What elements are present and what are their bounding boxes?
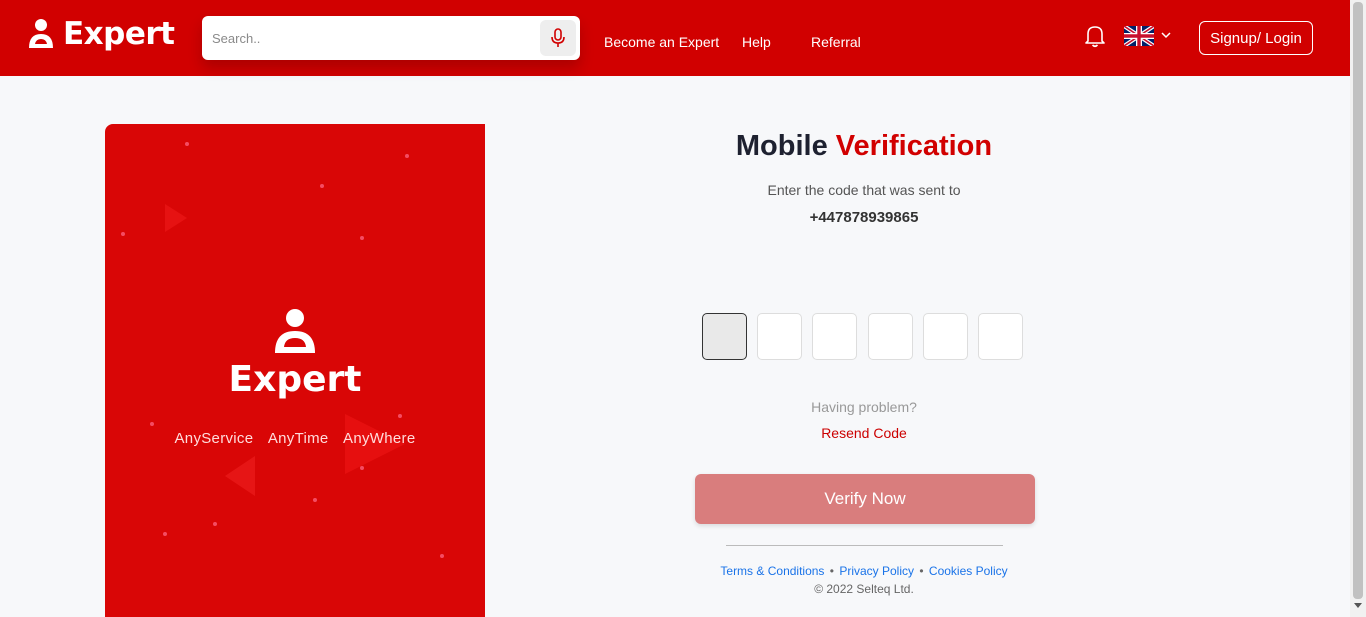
person-logo-icon: [29, 19, 53, 48]
having-problem-text: Having problem?: [811, 399, 917, 415]
decor-triangle: [225, 456, 255, 496]
page-scrollbar[interactable]: [1350, 0, 1366, 617]
footer-divider: [726, 545, 1003, 546]
voice-search-button[interactable]: [540, 20, 576, 56]
decor-dot: [121, 232, 125, 236]
tagline-any-where: AnyWhere: [343, 430, 416, 447]
verify-now-button[interactable]: Verify Now: [695, 474, 1035, 524]
decor-dot: [150, 422, 154, 426]
cookies-link[interactable]: Cookies Policy: [929, 564, 1008, 578]
decor-dot: [185, 142, 189, 146]
brand-promo-panel: Expert AnyService AnyTime AnyWhere: [105, 124, 485, 617]
search-input[interactable]: [212, 28, 532, 48]
decor-dot: [163, 532, 167, 536]
microphone-icon: [551, 28, 565, 47]
promo-logo-text: Expert: [228, 359, 362, 400]
otp-digit-3[interactable]: [812, 313, 857, 360]
title-mobile: Mobile: [735, 130, 828, 162]
decor-dot: [313, 498, 317, 502]
promo-logo: Expert: [105, 307, 485, 400]
resend-code-link[interactable]: Resend Code: [560, 425, 1168, 441]
search-bar: [202, 16, 580, 60]
bell-icon[interactable]: [1084, 24, 1106, 48]
uk-flag-icon[interactable]: [1124, 26, 1154, 46]
decor-dot: [405, 154, 409, 158]
otp-digit-4[interactable]: [868, 313, 913, 360]
scrollbar-thumb[interactable]: [1353, 2, 1363, 599]
decor-dot: [440, 554, 444, 558]
terms-link[interactable]: Terms & Conditions: [720, 564, 824, 578]
signup-login-button[interactable]: Signup/ Login: [1199, 21, 1313, 55]
nav-become-expert[interactable]: Become an Expert: [604, 34, 719, 50]
footer-links: Terms & Conditions • Privacy Policy • Co…: [560, 564, 1168, 578]
footer-separator: •: [829, 564, 834, 578]
promo-tagline: AnyService AnyTime AnyWhere: [105, 430, 485, 447]
decor-dot: [360, 236, 364, 240]
scroll-down-arrow-icon[interactable]: [1354, 603, 1362, 608]
tagline-any-service: AnyService: [174, 430, 254, 447]
decor-triangle: [165, 204, 187, 232]
phone-number: +447878939865: [809, 209, 919, 226]
page-title: Mobile Verification: [560, 130, 1168, 163]
logo-text: Expert: [63, 16, 175, 52]
top-header: Expert Become an Expert Help Referral Si…: [0, 0, 1350, 76]
otp-digit-1[interactable]: [702, 313, 747, 360]
tagline-any-time: AnyTime: [267, 430, 329, 447]
copyright-text: © 2022 Selteq Ltd.: [814, 582, 914, 596]
otp-digit-6[interactable]: [978, 313, 1023, 360]
footer-separator: •: [919, 564, 924, 578]
otp-digit-5[interactable]: [923, 313, 968, 360]
nav-referral[interactable]: Referral: [811, 34, 861, 50]
decor-dot: [320, 184, 324, 188]
nav-help[interactable]: Help: [742, 34, 771, 50]
privacy-link[interactable]: Privacy Policy: [839, 564, 914, 578]
site-logo[interactable]: Expert: [27, 16, 175, 52]
otp-digit-2[interactable]: [757, 313, 802, 360]
decor-dot: [213, 522, 217, 526]
code-sent-text: Enter the code that was sent to: [767, 182, 961, 198]
chevron-down-icon[interactable]: [1160, 29, 1172, 41]
title-verification: Verification: [835, 130, 993, 162]
person-logo-icon: [275, 309, 315, 353]
